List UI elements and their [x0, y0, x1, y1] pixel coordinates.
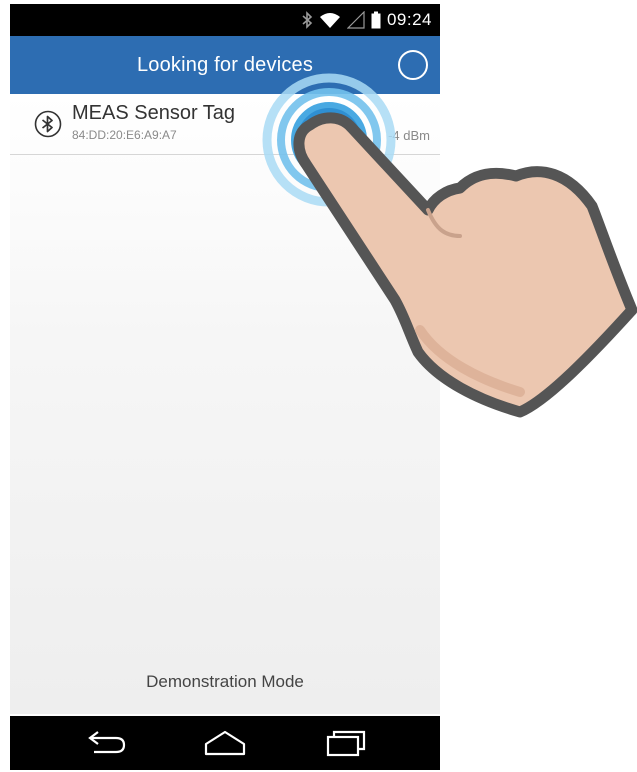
screenshot-stage: 09:24 Looking for devices MEAS Sensor Ta…: [0, 0, 637, 772]
demonstration-mode-label[interactable]: Demonstration Mode: [10, 672, 440, 692]
bluetooth-icon: [302, 11, 313, 29]
signal-icon: [346, 11, 365, 29]
wifi-icon: [319, 13, 340, 28]
scan-progress-icon[interactable]: [398, 50, 428, 80]
phone-screen: 09:24 Looking for devices MEAS Sensor Ta…: [10, 4, 440, 770]
device-name: MEAS Sensor Tag: [72, 102, 236, 124]
device-rssi: -4 dBm: [388, 128, 430, 143]
status-icons: 09:24: [301, 4, 432, 36]
status-bar: 09:24: [10, 4, 440, 36]
back-icon[interactable]: [80, 726, 130, 760]
bluetooth-icon: [34, 110, 62, 138]
recent-apps-icon[interactable]: [320, 726, 370, 760]
home-icon[interactable]: [200, 726, 250, 760]
navigation-bar: [10, 716, 440, 770]
device-list-item[interactable]: MEAS Sensor Tag 84:DD:20:E6:A9:A7 -4 dBm: [10, 94, 440, 155]
device-address: 84:DD:20:E6:A9:A7: [72, 128, 177, 142]
status-time: 09:24: [386, 10, 432, 29]
battery-icon: [371, 11, 381, 29]
page-title: Looking for devices: [136, 54, 314, 76]
device-list: MEAS Sensor Tag 84:DD:20:E6:A9:A7 -4 dBm…: [10, 94, 440, 714]
action-bar: Looking for devices: [10, 36, 440, 94]
